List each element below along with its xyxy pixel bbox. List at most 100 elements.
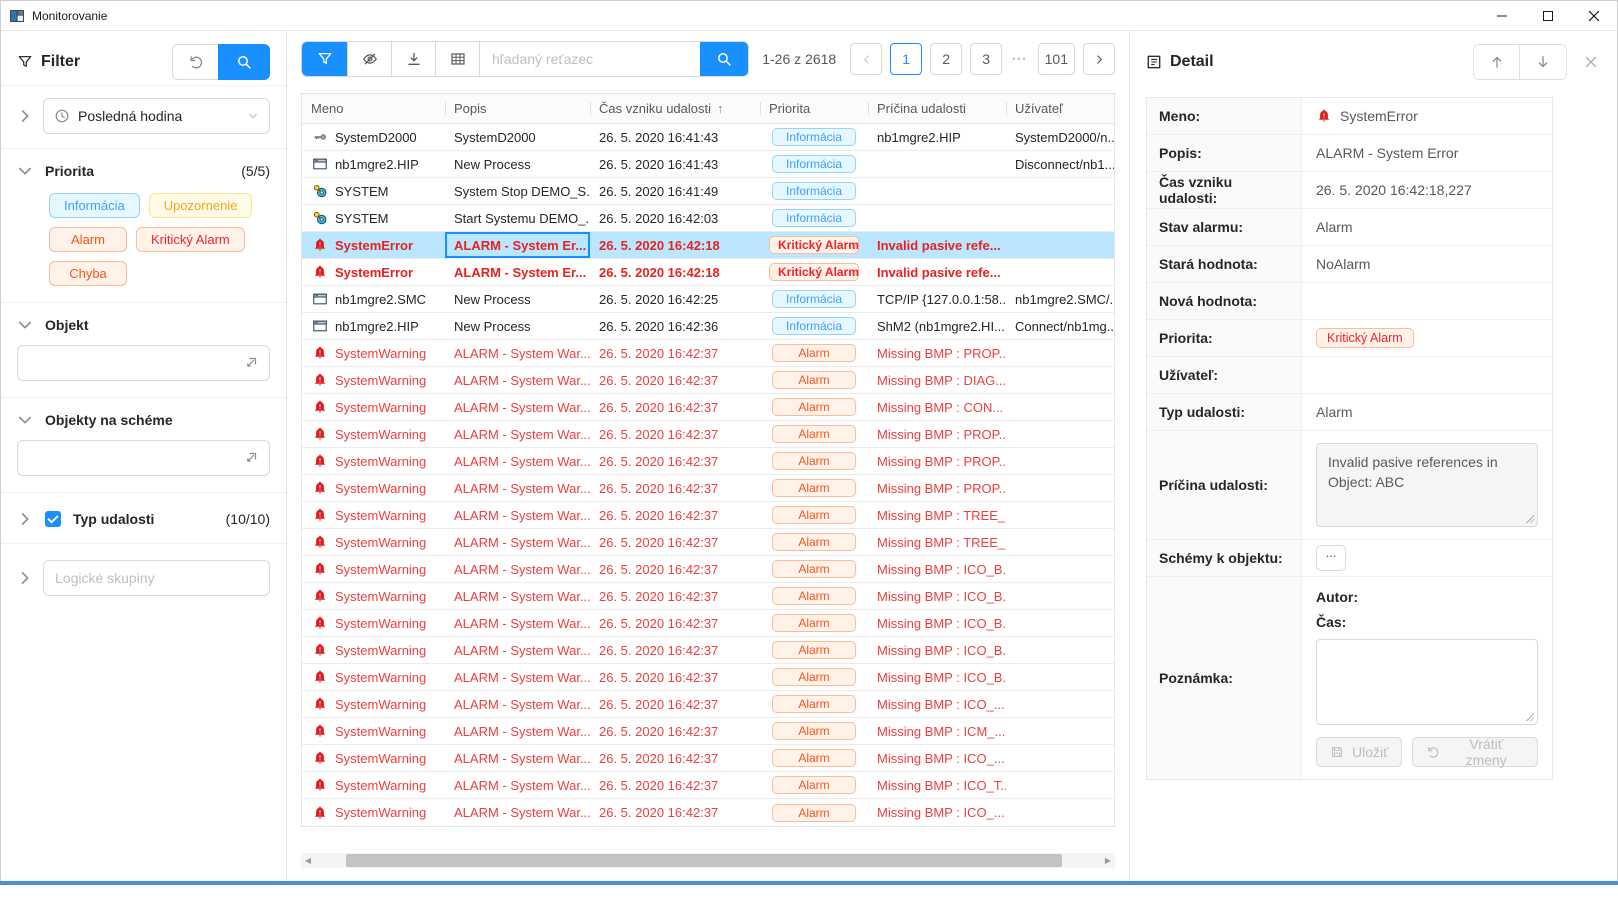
pagination-prev-button[interactable] (850, 43, 882, 75)
table-row[interactable]: SystemErrorALARM - System Er...26. 5. 20… (302, 259, 1114, 286)
pagination-ellipsis[interactable]: ••• (1010, 54, 1029, 64)
pagination-page-1[interactable]: 1 (890, 43, 922, 75)
pagination-page-101[interactable]: 101 (1038, 43, 1075, 75)
resize-grip-icon[interactable] (1525, 712, 1534, 721)
table-row[interactable]: SystemWarningALARM - System War...26. 5.… (302, 394, 1114, 421)
table-row[interactable]: SystemWarningALARM - System War...26. 5.… (302, 718, 1114, 745)
cell-uzivatel (1006, 259, 1114, 285)
column-header[interactable]: Príčina udalosti (868, 94, 1006, 123)
table-row[interactable]: SystemWarningALARM - System War...26. 5.… (302, 664, 1114, 691)
maximize-button[interactable] (1525, 1, 1571, 31)
save-icon (1330, 745, 1344, 759)
cell-popis: SystemD2000 (445, 124, 590, 150)
save-note-button[interactable]: Uložiť (1316, 737, 1402, 767)
pagination-page-2[interactable]: 2 (930, 43, 962, 75)
table-row[interactable]: SYSTEMSystem Stop DEMO_S...26. 5. 2020 1… (302, 178, 1114, 205)
table-row[interactable]: SystemWarningALARM - System War...26. 5.… (302, 583, 1114, 610)
pagination-page-3[interactable]: 3 (970, 43, 1002, 75)
cell-meno: SystemWarning (302, 610, 445, 636)
scrollbar-track[interactable] (315, 853, 1101, 868)
logicke-skupiny-chevron[interactable] (17, 570, 33, 586)
objekt-section-header[interactable]: Objekt (1, 303, 286, 343)
table-row[interactable]: SystemWarningALARM - System War...26. 5.… (302, 772, 1114, 799)
logicke-skupiny-input[interactable] (43, 560, 270, 596)
search-button[interactable] (700, 42, 748, 76)
column-header[interactable]: Užívateľ (1006, 94, 1114, 123)
pagination-next-button[interactable] (1083, 43, 1115, 75)
horizontal-scrollbar[interactable]: ◀ ▶ (301, 853, 1115, 868)
column-header[interactable]: Priorita (760, 94, 868, 123)
objekty-na-scheme-input[interactable] (17, 440, 270, 476)
priority-section-label: Priorita (45, 163, 94, 179)
table-row[interactable]: SystemWarningALARM - System War...26. 5.… (302, 502, 1114, 529)
table-row[interactable]: SystemWarningALARM - System War...26. 5.… (302, 691, 1114, 718)
scroll-right-arrow-icon[interactable]: ▶ (1101, 856, 1115, 865)
table-row[interactable]: nb1mgre2.SMCNew Process26. 5. 2020 16:42… (302, 286, 1114, 313)
filter-reset-button[interactable] (172, 44, 218, 80)
table-row[interactable]: SystemWarningALARM - System War...26. 5.… (302, 610, 1114, 637)
table-row[interactable]: SystemWarningALARM - System War...26. 5.… (302, 367, 1114, 394)
revert-note-button[interactable]: Vrátiť zmeny (1412, 737, 1538, 767)
priority-badge: Informácia (772, 290, 856, 308)
table-row[interactable]: SystemWarningALARM - System War...26. 5.… (302, 421, 1114, 448)
scrollbar-thumb[interactable] (346, 854, 1061, 867)
priority-tag[interactable]: Informácia (49, 193, 140, 218)
table-row[interactable]: nb1mgre2.HIPNew Process26. 5. 2020 16:41… (302, 151, 1114, 178)
table-row[interactable]: SystemErrorALARM - System Er...26. 5. 20… (302, 232, 1114, 259)
table-settings-button[interactable] (436, 42, 480, 76)
revert-label: Vrátiť zmeny (1448, 736, 1524, 768)
table-row[interactable]: SystemWarningALARM - System War...26. 5.… (302, 448, 1114, 475)
cell-meno: SystemWarning (302, 421, 445, 447)
chevron-down-icon (17, 317, 33, 333)
table-row[interactable]: SystemWarningALARM - System War...26. 5.… (302, 556, 1114, 583)
priority-tag[interactable]: Upozornenie (149, 193, 253, 218)
note-textarea[interactable] (1316, 639, 1538, 725)
table-row[interactable]: SystemWarningALARM - System War...26. 5.… (302, 529, 1114, 556)
hide-columns-button[interactable] (348, 42, 392, 76)
field-value-meno: SystemError (1340, 108, 1418, 124)
typ-udalosti-section-header[interactable]: Typ udalosti (10/10) (1, 493, 286, 543)
resize-grip-icon[interactable] (1525, 514, 1534, 523)
column-header[interactable]: Popis (445, 94, 590, 123)
scroll-left-arrow-icon[interactable]: ◀ (301, 856, 315, 865)
column-header[interactable]: Čas vzniku udalosti↑ (590, 94, 760, 123)
minimize-button[interactable] (1479, 1, 1525, 31)
search-input[interactable] (480, 42, 700, 76)
typ-udalosti-checkbox[interactable] (45, 511, 61, 527)
cell-cas: 26. 5. 2020 16:42:37 (590, 502, 760, 528)
cell-priorita: Alarm (760, 421, 868, 447)
event-name: SystemWarning (335, 427, 426, 442)
export-button[interactable] (392, 42, 436, 76)
table-row[interactable]: SystemWarningALARM - System War...26. 5.… (302, 340, 1114, 367)
cell-priorita: Informácia (760, 178, 868, 204)
table-row[interactable]: SystemWarningALARM - System War...26. 5.… (302, 475, 1114, 502)
priority-section-header[interactable]: Priorita (5/5) (1, 149, 286, 189)
close-button[interactable] (1571, 1, 1617, 31)
filter-apply-button[interactable] (218, 44, 270, 80)
cell-uzivatel (1006, 556, 1114, 582)
table-row[interactable]: SystemWarningALARM - System War...26. 5.… (302, 799, 1114, 826)
schemes-button[interactable]: ... (1316, 545, 1346, 571)
priority-badge: Alarm (772, 776, 856, 794)
table-row[interactable]: SYSTEMStart Systemu DEMO_...26. 5. 2020 … (302, 205, 1114, 232)
priority-tag[interactable]: Alarm (49, 227, 127, 252)
pricina-textarea[interactable]: Invalid pasive references in Object: ABC (1316, 443, 1538, 527)
time-section-chevron[interactable] (17, 108, 33, 124)
table-row[interactable]: SystemWarningALARM - System War...26. 5.… (302, 745, 1114, 772)
bell-icon (312, 723, 328, 739)
time-filter-select[interactable]: Posledná hodina (43, 98, 270, 134)
detail-close-button[interactable] (1583, 54, 1599, 70)
priority-tag[interactable]: Chyba (49, 261, 127, 286)
prev-event-button[interactable] (1474, 45, 1520, 79)
table-row[interactable]: nb1mgre2.HIPNew Process26. 5. 2020 16:42… (302, 313, 1114, 340)
table-row[interactable]: SystemD2000SystemD200026. 5. 2020 16:41:… (302, 124, 1114, 151)
download-icon (406, 51, 422, 67)
next-event-button[interactable] (1520, 45, 1566, 79)
filter-icon (17, 54, 33, 70)
filter-toggle-button[interactable] (302, 42, 348, 76)
table-row[interactable]: SystemWarningALARM - System War...26. 5.… (302, 637, 1114, 664)
objekt-input[interactable] (17, 345, 270, 381)
objekty-na-scheme-section-header[interactable]: Objekty na schéme (1, 398, 286, 438)
column-header[interactable]: Meno (302, 94, 445, 123)
priority-tag[interactable]: Kritický Alarm (136, 227, 245, 252)
